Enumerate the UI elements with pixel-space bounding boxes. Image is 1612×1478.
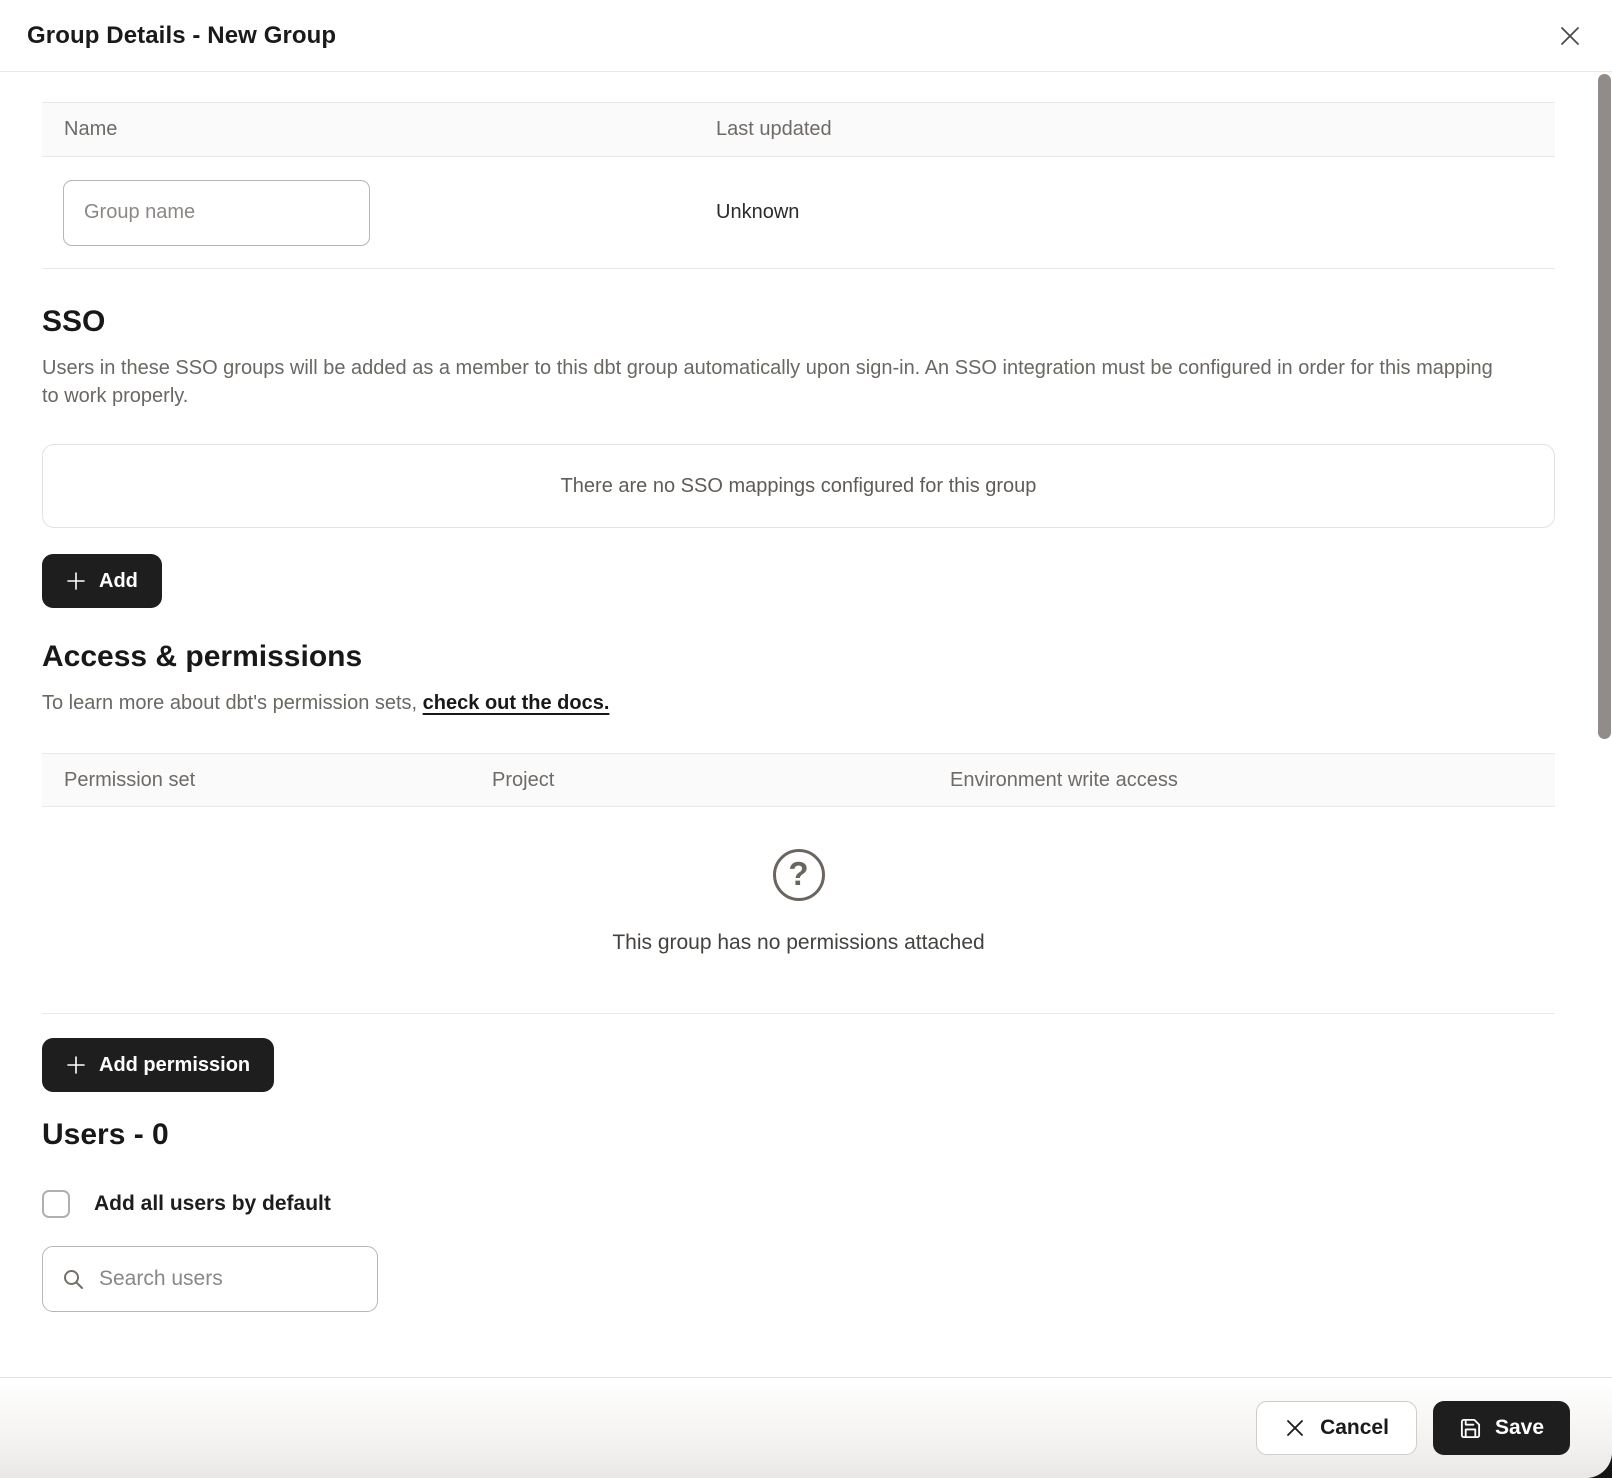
table-row: Unknown [42,157,1555,269]
add-all-users-label: Add all users by default [94,1192,331,1216]
save-button[interactable]: Save [1433,1401,1570,1455]
column-header-environment-write-access: Environment write access [928,769,1555,792]
floppy-disk-icon [1459,1417,1482,1440]
docs-link[interactable]: check out the docs. [423,692,610,714]
users-section-heading: Users - 0 [42,1118,1555,1152]
modal-title: Group Details - New Group [27,22,336,50]
add-sso-mapping-button[interactable]: Add [42,554,162,608]
modal-body: Name Last updated Unknown SSO Users in t… [0,72,1612,1377]
x-icon [1284,1417,1306,1439]
add-all-users-row: Add all users by default [42,1190,1555,1218]
column-header-project: Project [470,769,928,792]
search-users-box [42,1246,378,1312]
modal-footer: Cancel Save [0,1377,1612,1478]
sso-section-description: Users in these SSO groups will be added … [42,354,1512,410]
cancel-label: Cancel [1320,1416,1389,1440]
search-users-input[interactable] [99,1267,359,1291]
add-permission-label: Add permission [99,1054,250,1077]
plus-icon [66,1055,86,1075]
plus-icon [66,571,86,591]
modal-header: Group Details - New Group [0,0,1612,72]
add-sso-mapping-label: Add [99,570,138,593]
permissions-section-heading: Access & permissions [42,640,1555,674]
group-name-input[interactable] [63,180,370,246]
permissions-empty-state: ? This group has no permissions attached [42,807,1555,1014]
question-mark-circle-icon: ? [773,849,825,901]
vertical-scrollbar-thumb[interactable] [1598,74,1611,739]
save-label: Save [1495,1416,1544,1440]
last-updated-value: Unknown [694,201,1555,224]
column-header-last-updated: Last updated [694,118,1555,141]
add-all-users-checkbox[interactable] [42,1190,70,1218]
add-permission-button[interactable]: Add permission [42,1038,274,1092]
close-button[interactable] [1550,16,1590,56]
group-name-table-header: Name Last updated [42,102,1555,157]
cancel-button[interactable]: Cancel [1256,1401,1417,1455]
group-name-table: Name Last updated Unknown [42,102,1555,269]
column-header-permission-set: Permission set [42,769,470,792]
sso-section-heading: SSO [42,305,1555,339]
column-header-name: Name [42,118,694,141]
permissions-description-text: To learn more about dbt's permission set… [42,692,423,714]
close-icon [1556,22,1584,50]
sso-empty-state: There are no SSO mappings configured for… [42,444,1555,528]
permissions-table-header: Permission set Project Environment write… [42,753,1555,807]
sso-empty-message: There are no SSO mappings configured for… [561,475,1037,498]
permissions-empty-message: This group has no permissions attached [612,931,984,955]
search-icon [61,1267,85,1291]
group-details-modal: Group Details - New Group Name Last upda… [0,0,1612,1478]
permissions-section-description: To learn more about dbt's permission set… [42,689,1512,717]
